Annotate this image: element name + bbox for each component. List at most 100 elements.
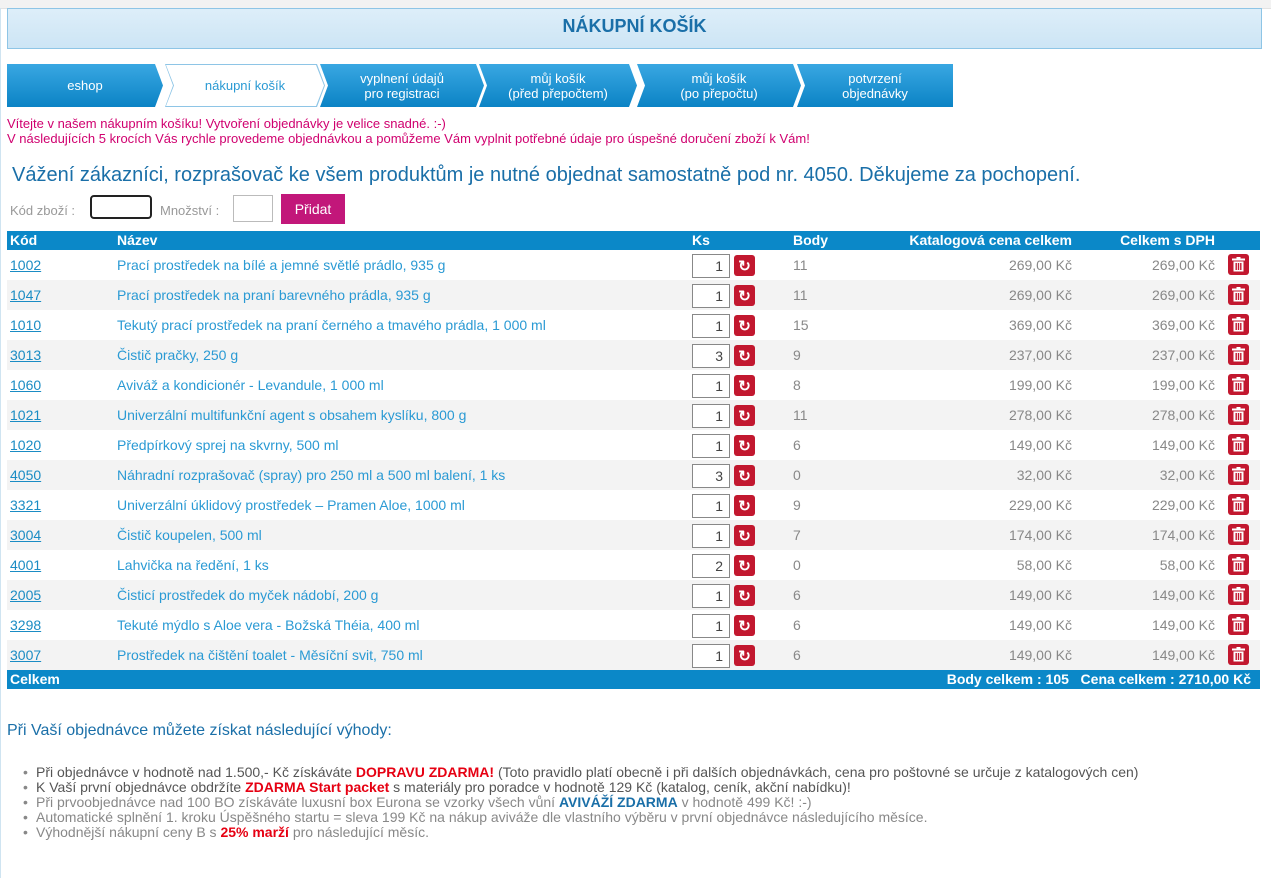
product-code-link[interactable]: 3013 [10,347,41,363]
table-row: 3013 Čistič pračky, 250 g 3 ↻ 9 237,00 Kč 237,… [7,340,1260,370]
welcome-text: Vítejte v našem nákupním košíku! Vytvoře… [7,116,810,146]
product-code-link[interactable]: 1021 [10,407,41,423]
product-code-link[interactable]: 1002 [10,257,41,273]
refresh-icon[interactable]: ↻ [734,345,755,366]
quantity-field[interactable]: 1 [692,314,730,338]
total-price: 58,00 Kč [1159,557,1215,573]
page-title: NÁKUPNÍ KOŠÍK [562,16,707,36]
quantity-label: Množství : [160,203,220,218]
product-name: Čistič pračky, 250 g [117,347,239,363]
quantity-field[interactable]: 1 [692,614,730,638]
product-code-link[interactable]: 2005 [10,587,41,603]
trash-icon[interactable] [1228,254,1249,275]
product-code-link[interactable]: 3298 [10,617,41,633]
benefit-item: Při prvoobjednávce nad 100 BO získáváte … [23,795,1138,811]
catalog-price: 229,00 Kč [1008,497,1072,513]
product-code-link[interactable]: 1047 [10,287,41,303]
product-code-input[interactable] [90,195,152,219]
welcome-line-2: V následujících 5 krocích Vás rychle pro… [7,131,810,146]
quantity-field[interactable]: 1 [692,434,730,458]
refresh-icon[interactable]: ↻ [734,255,755,276]
quantity-field[interactable]: 1 [692,494,730,518]
quantity-input[interactable] [233,195,273,222]
quantity-field[interactable]: 1 [692,404,730,428]
points-value: 9 [793,497,801,513]
refresh-icon[interactable]: ↻ [734,285,755,306]
product-code-link[interactable]: 1060 [10,377,41,393]
welcome-line-1: Vítejte v našem nákupním košíku! Vytvoře… [7,116,446,131]
catalog-price: 369,00 Kč [1008,317,1072,333]
product-name: Čistič koupelen, 500 ml [117,527,262,543]
trash-icon[interactable] [1228,644,1249,665]
quantity-field[interactable]: 3 [692,344,730,368]
quantity-field[interactable]: 1 [692,284,730,308]
total-price: 149,00 Kč [1151,617,1215,633]
total-price: 229,00 Kč [1151,497,1215,513]
catalog-price: 58,00 Kč [1016,557,1072,573]
points-value: 11 [793,287,808,303]
quantity-field[interactable]: 1 [692,584,730,608]
trash-icon[interactable] [1228,284,1249,305]
refresh-icon[interactable]: ↻ [734,555,755,576]
trash-icon[interactable] [1228,314,1249,335]
trash-icon[interactable] [1228,524,1249,545]
table-row: 3321 Univerzální úklidový prostředek – Pr… [7,490,1260,520]
trash-icon[interactable] [1228,584,1249,605]
catalog-price: 32,00 Kč [1016,467,1072,483]
product-code-link[interactable]: 3321 [10,497,41,513]
refresh-icon[interactable]: ↻ [734,405,755,426]
trash-icon[interactable] [1228,404,1249,425]
step-label: eshop [67,78,103,93]
quantity-field[interactable]: 2 [692,554,730,578]
product-code-link[interactable]: 1020 [10,437,41,453]
refresh-icon[interactable]: ↻ [734,435,755,456]
benefit-item: K Vaší první objednávce obdržíte ZDARMA … [23,780,1138,796]
trash-icon[interactable] [1228,464,1249,485]
total-price: 149,00 Kč [1151,587,1215,603]
step-cart-after-recalc[interactable]: můj košík (po přepočtu) [637,64,801,107]
refresh-icon[interactable]: ↻ [734,465,755,486]
step-registration[interactable]: vyplnení údajů pro registraci [320,64,484,107]
trash-icon[interactable] [1228,434,1249,455]
trash-icon[interactable] [1228,494,1249,515]
table-row: 3007 Prostředek na čištění toalet - Měsíč… [7,640,1260,670]
product-code-link[interactable]: 4050 [10,467,41,483]
quantity-field[interactable]: 1 [692,374,730,398]
product-code-link[interactable]: 1010 [10,317,41,333]
catalog-price: 269,00 Kč [1008,287,1072,303]
refresh-icon[interactable]: ↻ [734,315,755,336]
product-code-link[interactable]: 3004 [10,527,41,543]
refresh-icon[interactable]: ↻ [734,645,755,666]
spray-notice: Vážení zákazníci, rozprašovač ke všem pr… [12,164,1081,186]
code-label: Kód zboží : [10,203,76,218]
step-confirmation[interactable]: potvrzení objednávky [797,64,953,107]
refresh-icon[interactable]: ↻ [734,525,755,546]
trash-icon[interactable] [1228,344,1249,365]
refresh-icon[interactable]: ↻ [734,615,755,636]
refresh-icon[interactable]: ↻ [734,585,755,606]
add-button[interactable]: Přidat [281,194,345,224]
product-code-link[interactable]: 4001 [10,557,41,573]
quantity-field[interactable]: 1 [692,254,730,278]
footer-summary: Body celkem : 105 Cena celkem : 2710,00 … [946,671,1251,687]
product-name: Prostředek na čištění toalet - Měsíční s… [117,647,423,663]
trash-icon[interactable] [1228,554,1249,575]
trash-icon[interactable] [1228,614,1249,635]
trash-icon[interactable] [1228,374,1249,395]
step-cart[interactable]: nákupní košík [166,65,324,106]
refresh-icon[interactable]: ↻ [734,375,755,396]
points-value: 9 [793,347,801,363]
points-value: 6 [793,437,801,453]
quantity-field[interactable]: 1 [692,524,730,548]
col-qty: Ks [692,232,710,248]
product-code-link[interactable]: 3007 [10,647,41,663]
footer-label: Celkem [10,671,60,687]
step-cart-before-recalc[interactable]: můj košík (před přepočtem) [479,64,637,107]
quantity-field[interactable]: 1 [692,644,730,668]
quantity-field[interactable]: 3 [692,464,730,488]
catalog-price: 269,00 Kč [1008,257,1072,273]
page-header: NÁKUPNÍ KOŠÍK [7,8,1262,49]
product-name: Předpírkový sprej na skvrny, 500 ml [117,437,339,453]
refresh-icon[interactable]: ↻ [734,495,755,516]
step-eshop[interactable]: eshop [7,64,163,107]
